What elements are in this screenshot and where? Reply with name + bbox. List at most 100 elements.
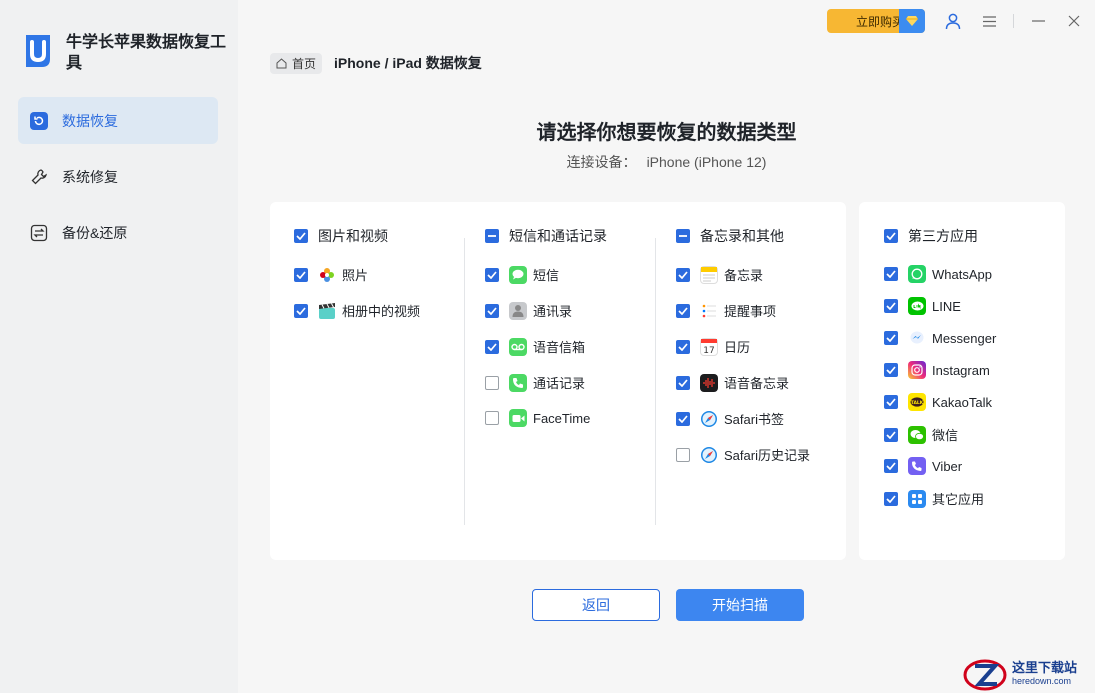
category-label: 备忘录和其他 — [700, 228, 784, 244]
item-photos[interactable]: 照片 — [294, 265, 368, 284]
checkbox[interactable] — [884, 229, 898, 243]
item-label: WhatsApp — [932, 266, 992, 282]
category-messages-calls[interactable]: 短信和通话记录 — [485, 226, 607, 246]
checkbox[interactable] — [485, 229, 499, 243]
checkbox[interactable] — [884, 459, 898, 473]
menu-button[interactable] — [981, 9, 997, 33]
checkbox[interactable] — [294, 229, 308, 243]
checkbox[interactable] — [676, 303, 690, 318]
clapper-icon — [318, 302, 336, 320]
checkbox[interactable] — [676, 229, 690, 243]
column-divider — [655, 238, 656, 525]
buy-now-label: 立即购买 — [855, 14, 904, 29]
account-button[interactable] — [944, 9, 962, 33]
item-line[interactable]: LINE — [884, 297, 961, 315]
item-reminders[interactable]: 提醒事项 — [676, 301, 776, 320]
category-third-party-apps[interactable]: 第三方应用 — [884, 226, 978, 246]
item-viber[interactable]: Viber — [884, 457, 962, 475]
item-label: 通讯录 — [533, 304, 573, 319]
checkbox[interactable] — [485, 411, 499, 425]
checkbox[interactable] — [884, 299, 898, 313]
kakaotalk-icon: TALK — [908, 393, 926, 411]
breadcrumb: 首页 iPhone / iPad 数据恢复 — [270, 52, 482, 74]
checkbox[interactable] — [485, 375, 499, 390]
viber-icon — [908, 457, 926, 475]
category-label: 短信和通话记录 — [509, 228, 607, 244]
item-messenger[interactable]: Messenger — [884, 329, 996, 347]
close-button[interactable] — [1066, 9, 1082, 33]
item-whatsapp[interactable]: WhatsApp — [884, 265, 992, 283]
sidebar-item-system-repair[interactable]: 系统修复 — [18, 153, 218, 200]
item-label: FaceTime — [533, 410, 591, 426]
device-name: iPhone (iPhone 12) — [646, 154, 767, 170]
item-calendar[interactable]: 17 日历 — [676, 337, 750, 356]
item-album-videos[interactable]: 相册中的视频 — [294, 301, 420, 320]
messages-icon — [509, 265, 527, 284]
item-label: Messenger — [932, 330, 997, 346]
photos-icon — [318, 266, 336, 284]
sidebar-item-label: 备份&还原 — [62, 224, 128, 241]
contacts-icon — [509, 301, 527, 320]
back-button[interactable]: 返回 — [532, 589, 660, 621]
column-divider — [464, 238, 465, 525]
instagram-icon — [908, 361, 926, 379]
item-notes[interactable]: 备忘录 — [676, 265, 763, 284]
checkbox[interactable] — [884, 427, 898, 442]
checkbox[interactable] — [884, 363, 898, 377]
item-safari-history[interactable]: Safari历史记录 — [676, 445, 810, 464]
wechat-icon — [908, 425, 926, 444]
reminders-icon — [700, 301, 718, 320]
category-photos-videos[interactable]: 图片和视频 — [294, 226, 388, 246]
checkbox[interactable] — [884, 395, 898, 409]
start-scan-button[interactable]: 开始扫描 — [676, 589, 804, 621]
diamond-icon — [899, 9, 925, 33]
item-contacts[interactable]: 通讯录 — [485, 301, 572, 320]
wrench-icon — [30, 168, 48, 186]
buy-now-button[interactable]: 立即购买 — [827, 9, 925, 33]
item-voicemail[interactable]: 语音信箱 — [485, 337, 585, 356]
checkbox[interactable] — [676, 375, 690, 390]
item-label: 提醒事项 — [724, 304, 777, 319]
checkbox[interactable] — [294, 267, 308, 282]
item-label: 其它应用 — [932, 492, 985, 507]
checkbox[interactable] — [294, 303, 308, 318]
checkbox[interactable] — [884, 267, 898, 281]
checkbox[interactable] — [884, 491, 898, 506]
minimize-button[interactable] — [1030, 9, 1046, 33]
item-call-history[interactable]: 通话记录 — [485, 373, 585, 392]
checkbox[interactable] — [676, 411, 690, 426]
checkbox[interactable] — [676, 447, 690, 462]
breadcrumb-home[interactable]: 首页 — [270, 52, 323, 74]
item-instagram[interactable]: Instagram — [884, 361, 990, 379]
item-facetime[interactable]: FaceTime — [485, 409, 590, 427]
checkbox[interactable] — [676, 267, 690, 282]
data-types-panel: 图片和视频 照片 相册中的视频 短信和通话记录 短信 通讯录 语音信箱 通话记录… — [270, 202, 846, 560]
messenger-icon — [908, 329, 926, 347]
device-label: 连接设备： — [566, 154, 637, 170]
voicemail-icon — [509, 337, 527, 356]
item-label: LINE — [932, 298, 961, 314]
checkbox[interactable] — [485, 267, 499, 282]
category-notes-others[interactable]: 备忘录和其他 — [676, 226, 784, 246]
checkbox[interactable] — [676, 339, 690, 354]
sidebar-item-data-recovery[interactable]: 数据恢复 — [18, 97, 218, 144]
item-wechat[interactable]: 微信 — [884, 425, 958, 444]
item-label: Safari历史记录 — [724, 448, 810, 463]
sidebar-item-backup-restore[interactable]: 备份&还原 — [18, 209, 218, 256]
app-title: 牛学长苹果数据恢复工具 — [66, 34, 227, 72]
svg-text:TALK: TALK — [911, 399, 924, 405]
item-kakaotalk[interactable]: TALK KakaoTalk — [884, 393, 992, 411]
checkbox[interactable] — [884, 331, 898, 345]
checkbox[interactable] — [485, 303, 499, 318]
watermark-logo-icon — [963, 659, 1007, 690]
item-messages[interactable]: 短信 — [485, 265, 559, 284]
checkbox[interactable] — [485, 339, 499, 354]
sidebar-item-label: 数据恢复 — [62, 112, 118, 129]
other-apps-icon — [908, 489, 926, 508]
item-label: Viber — [932, 458, 963, 474]
item-safari-bookmarks[interactable]: Safari书签 — [676, 409, 784, 428]
item-label: 通话记录 — [533, 376, 586, 391]
item-other-apps[interactable]: 其它应用 — [884, 489, 984, 508]
item-voice-memos[interactable]: 语音备忘录 — [676, 373, 789, 392]
close-icon — [1068, 15, 1080, 27]
